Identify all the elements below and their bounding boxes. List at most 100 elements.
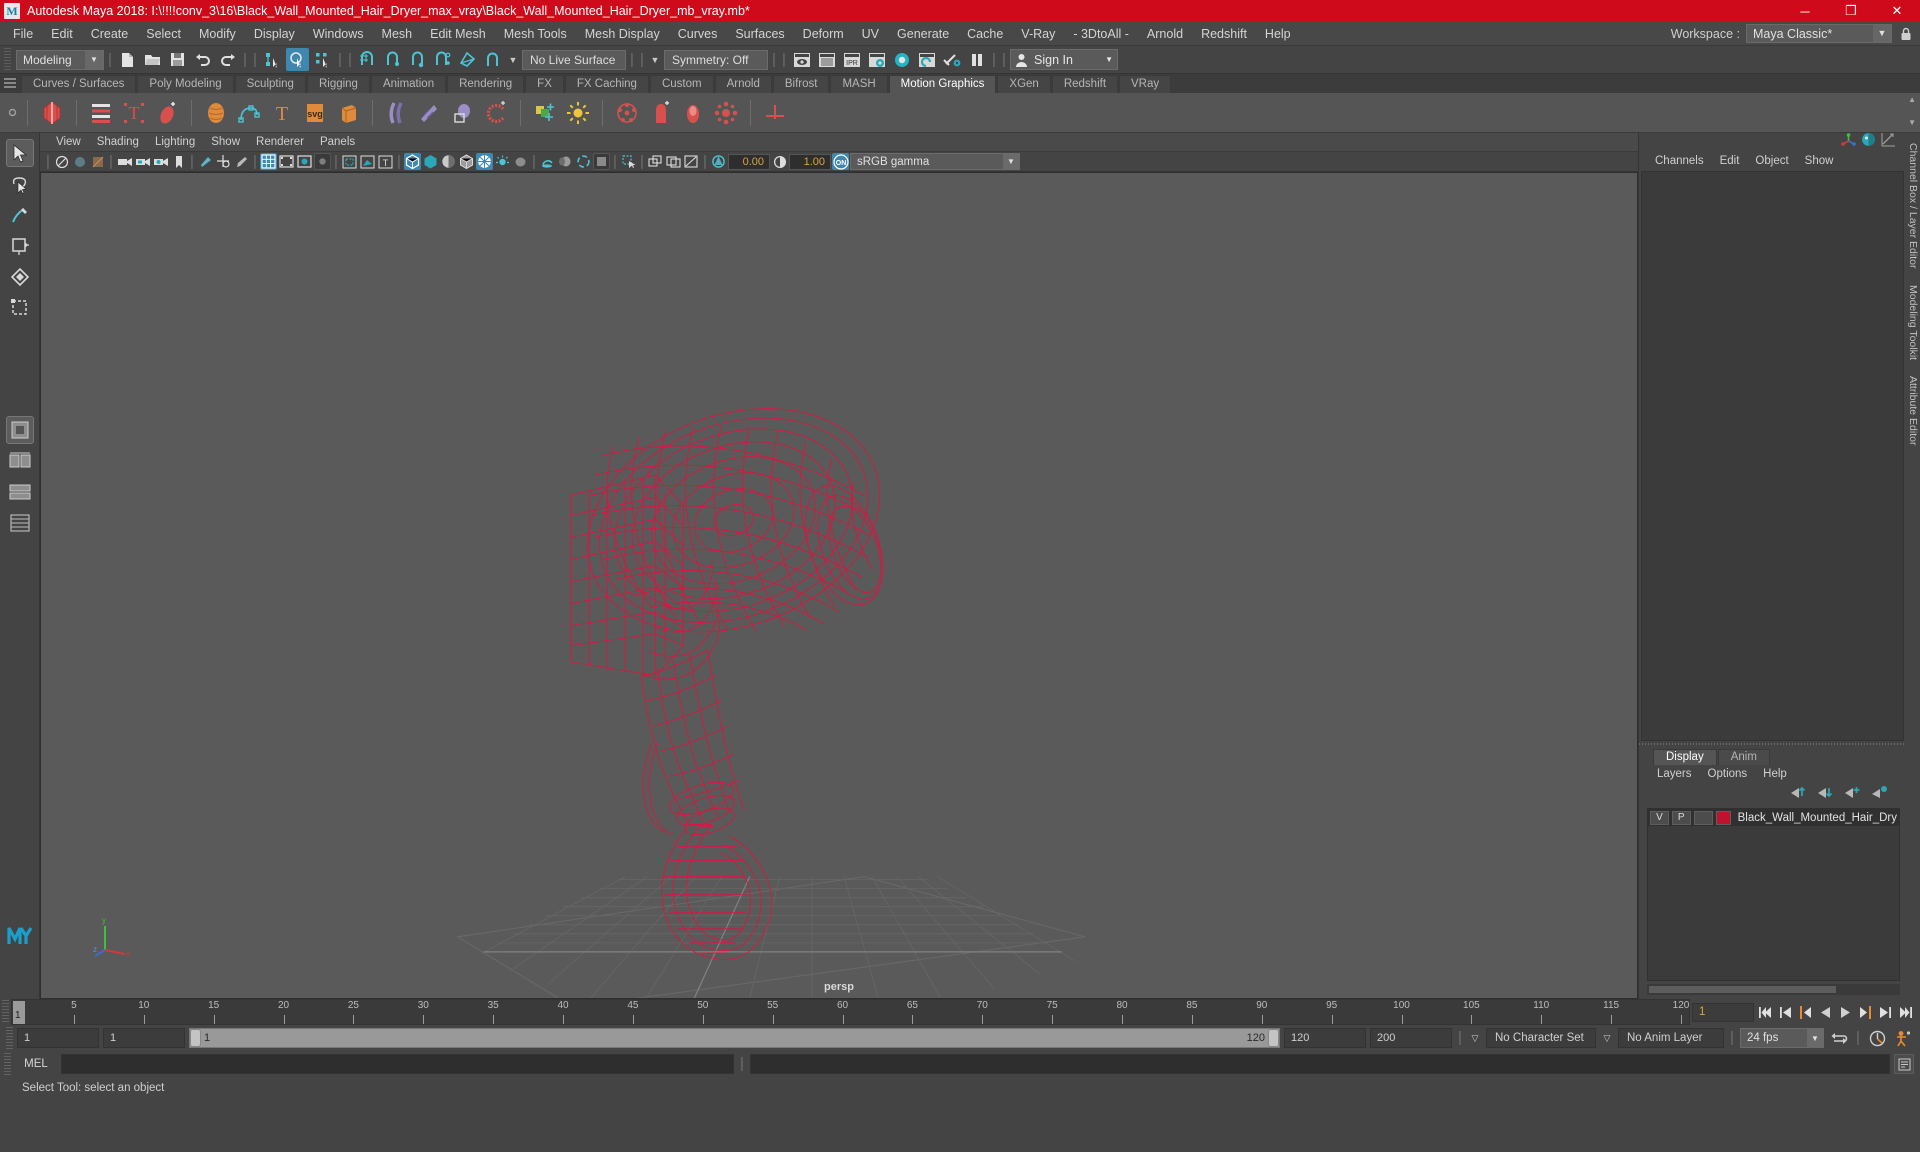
render-current-frame-icon[interactable] — [790, 48, 813, 71]
chevron-down-icon[interactable]: ▼ — [1003, 154, 1019, 169]
layer-editor-tab-display[interactable]: Display — [1653, 749, 1717, 765]
scrollbar-thumb[interactable] — [1649, 986, 1837, 993]
layer-list-hscrollbar[interactable] — [1647, 984, 1900, 995]
shelf-tab-bifrost[interactable]: Bifrost — [772, 75, 830, 93]
step-forward-keyframe-icon[interactable] — [1877, 1004, 1894, 1021]
range-end-field[interactable]: 120 — [1284, 1028, 1366, 1048]
move-layer-up-icon[interactable] — [1790, 785, 1807, 804]
menu-item-help[interactable]: Help — [1256, 24, 1300, 44]
sign-in-button[interactable]: Sign In ▼ — [1010, 49, 1118, 70]
symmetry-field[interactable]: Symmetry: Off — [664, 49, 768, 70]
shelf-tab-poly-modeling[interactable]: Poly Modeling — [137, 75, 234, 93]
two-pane-layout-icon[interactable] — [6, 447, 34, 475]
shelf-tab-fx-caching[interactable]: FX Caching — [564, 75, 649, 93]
shelf-scroll-arrows[interactable]: ▲ ▼ — [1908, 95, 1916, 127]
mash-trails-icon[interactable] — [152, 98, 182, 128]
menu-item-v-ray[interactable]: V-Ray — [1012, 24, 1064, 44]
channel-box-menu-edit[interactable]: Edit — [1712, 153, 1748, 169]
four-pane-layout-icon[interactable] — [6, 509, 34, 537]
auto-keyframe-icon[interactable] — [1866, 1030, 1888, 1047]
isolate-select-icon[interactable] — [620, 153, 637, 170]
layer-playback-toggle[interactable]: P — [1671, 810, 1691, 825]
graph-editor-icon[interactable] — [1881, 132, 1896, 152]
exposure-value-field[interactable]: 0.00 — [728, 153, 770, 170]
step-back-frame-icon[interactable] — [1797, 1004, 1814, 1021]
gamma-value-field[interactable]: 1.00 — [789, 153, 831, 170]
close-button[interactable]: ✕ — [1874, 0, 1920, 22]
display-layer-icon[interactable] — [647, 153, 664, 170]
vtab-attribute-editor[interactable]: Attribute Editor — [1907, 376, 1919, 445]
gamma-icon[interactable] — [771, 153, 788, 170]
mash-curl-icon[interactable] — [481, 98, 511, 128]
go-to-end-icon[interactable] — [1897, 1004, 1914, 1021]
channel-box-content[interactable] — [1641, 171, 1904, 741]
color-management-combo[interactable]: sRGB gamma ▼ — [850, 153, 1020, 170]
step-back-keyframe-icon[interactable] — [1777, 1004, 1794, 1021]
camera-settings-icon[interactable] — [152, 153, 169, 170]
shelf-tab-mash[interactable]: MASH — [830, 75, 888, 93]
two-d-pan-zoom-icon[interactable] — [215, 153, 232, 170]
axis-gizmo-icon[interactable] — [1841, 132, 1856, 152]
shelf-tab-xgen[interactable]: XGen — [997, 75, 1051, 93]
camera-attributes-icon[interactable] — [134, 153, 151, 170]
shelf-tab-vray[interactable]: VRay — [1119, 75, 1172, 93]
channel-box-menu-show[interactable]: Show — [1797, 153, 1842, 169]
screenshot-icon[interactable] — [683, 153, 700, 170]
layer-editor-menu-layers[interactable]: Layers — [1649, 767, 1700, 781]
resolution-gate-icon[interactable] — [296, 153, 313, 170]
mash-merge-icon[interactable] — [678, 98, 708, 128]
select-by-hierarchy-icon[interactable] — [261, 48, 284, 71]
range-start-field[interactable]: 1 — [103, 1028, 185, 1048]
chevron-down-icon[interactable]: ▼ — [1099, 55, 1113, 64]
paint-select-tool[interactable] — [6, 201, 34, 229]
color-management-toggle[interactable]: ON — [832, 153, 849, 170]
mash-text-icon[interactable]: T — [119, 98, 149, 128]
pause-render-icon[interactable] — [965, 48, 988, 71]
mash-color-icon[interactable] — [530, 98, 560, 128]
layer-row[interactable]: V P Black_Wall_Mounted_Hair_Dry — [1648, 809, 1899, 826]
menu-item-mesh-tools[interactable]: Mesh Tools — [495, 24, 576, 44]
gate-mask-icon[interactable] — [314, 153, 331, 170]
shelf-tab-curves-surfaces[interactable]: Curves / Surfaces — [21, 75, 137, 93]
mash-volume-icon[interactable] — [201, 98, 231, 128]
loop-playback-icon[interactable] — [1828, 1030, 1850, 1047]
anim-start-field[interactable]: 1 — [17, 1028, 99, 1048]
character-set-dropdown-icon[interactable]: ▽ — [1468, 1033, 1482, 1044]
layer-editor-menu-options[interactable]: Options — [1700, 767, 1756, 781]
mash-curve-icon[interactable] — [234, 98, 264, 128]
layer-editor-splitter[interactable] — [1639, 741, 1906, 747]
range-row-grip[interactable] — [6, 1027, 13, 1049]
exposure-icon[interactable] — [710, 153, 727, 170]
menu-item-generate[interactable]: Generate — [888, 24, 958, 44]
viewport-menu-lighting[interactable]: Lighting — [147, 134, 203, 150]
play-backwards-icon[interactable] — [1817, 1004, 1834, 1021]
mash-replicator-icon[interactable] — [612, 98, 642, 128]
chevron-down-icon[interactable]: ▼ — [506, 55, 520, 65]
shelf-handle[interactable] — [4, 78, 16, 90]
select-by-object-icon[interactable] — [286, 48, 309, 71]
shadows-icon[interactable] — [512, 153, 529, 170]
command-line-grip[interactable] — [4, 1053, 11, 1075]
maximize-button[interactable]: ❐ — [1828, 0, 1874, 22]
range-slider[interactable]: 1 120 — [189, 1028, 1280, 1048]
minimize-button[interactable]: ─ — [1782, 0, 1828, 22]
statusbar-grip[interactable] — [4, 47, 11, 72]
time-slider[interactable]: 1 5 10 15 20 25 30 35 40 45 50 55 60 65 70 75 80 85 90 95 1… — [11, 999, 1690, 1025]
time-slider-grip[interactable] — [2, 1000, 9, 1024]
layer-editor-menu-help[interactable]: Help — [1755, 767, 1795, 781]
move-tool[interactable] — [6, 232, 34, 260]
mash-flight-icon[interactable] — [415, 98, 445, 128]
viewport-menu-panels[interactable]: Panels — [312, 134, 363, 150]
move-layer-down-icon[interactable] — [1817, 785, 1834, 804]
viewport-menu-show[interactable]: Show — [203, 134, 248, 150]
character-set-field[interactable]: No Character Set — [1486, 1028, 1596, 1048]
channel-box-menu-object[interactable]: Object — [1747, 153, 1796, 169]
menu-item-arnold[interactable]: Arnold — [1138, 24, 1192, 44]
image-plane-icon[interactable] — [89, 153, 106, 170]
shelf-tab-animation[interactable]: Animation — [370, 75, 447, 93]
menu-item-mesh[interactable]: Mesh — [373, 24, 422, 44]
viewport-3d[interactable]: y x z persp — [40, 172, 1638, 999]
make-live-icon[interactable] — [481, 48, 504, 71]
snap-to-grid-icon[interactable] — [356, 48, 379, 71]
viewport-menu-shading[interactable]: Shading — [89, 134, 147, 150]
